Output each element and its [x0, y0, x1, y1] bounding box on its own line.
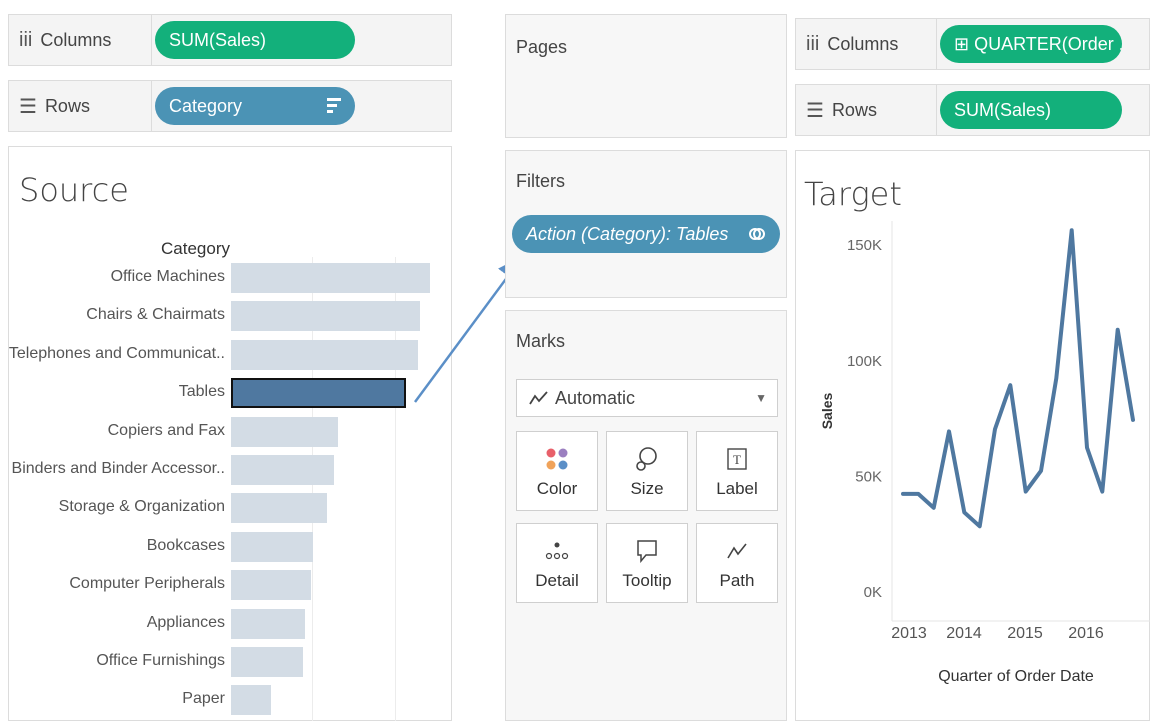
source-rows-shelf[interactable]: ☰ Rows Category	[8, 80, 452, 132]
path-button[interactable]: Path	[696, 523, 778, 603]
action-filter-pill[interactable]: Action (Category): Tables	[512, 215, 780, 253]
marks-title: Marks	[516, 331, 565, 351]
label-button[interactable]: T Label	[696, 431, 778, 511]
columns-icon: iii	[19, 28, 33, 51]
bars-area	[231, 147, 446, 721]
columns-shelf-label: iii Columns	[806, 32, 899, 55]
category-label[interactable]: Tables	[179, 383, 225, 401]
size-button[interactable]: Size	[606, 431, 688, 511]
x-tick-label: 2014	[946, 625, 982, 642]
bar[interactable]	[231, 531, 313, 562]
filters-title: Filters	[516, 171, 565, 191]
bar[interactable]	[231, 647, 303, 677]
columns-icon: iii	[806, 32, 820, 55]
columns-shelf-label: iii Columns	[19, 28, 112, 51]
color-button[interactable]: Color	[516, 431, 598, 511]
pages-title: Pages	[516, 37, 568, 57]
source-columns-shelf[interactable]: iii Columns SUM(Sales)	[8, 14, 452, 66]
dropdown-arrow-icon: ▼	[755, 391, 767, 405]
label-icon: T	[727, 443, 747, 475]
color-dots-icon	[545, 443, 569, 475]
pages-card[interactable]: Pages	[505, 14, 787, 138]
target-rows-shelf[interactable]: ☰ Rows SUM(Sales)	[795, 84, 1150, 136]
size-icon	[635, 443, 659, 475]
link-icon	[749, 228, 765, 240]
x-axis-title: Quarter of Order Date	[938, 668, 1094, 685]
category-label[interactable]: Office Machines	[111, 268, 225, 286]
y-tick-label: 0K	[864, 584, 882, 601]
tooltip-icon	[636, 535, 658, 567]
detail-button[interactable]: Detail	[516, 523, 598, 603]
category-label[interactable]: Copiers and Fax	[108, 422, 225, 440]
category-label[interactable]: Storage & Organization	[59, 498, 225, 516]
detail-icon	[545, 535, 569, 567]
bar[interactable]	[231, 455, 335, 485]
category-label[interactable]: Paper	[182, 690, 225, 708]
bar[interactable]	[231, 493, 327, 524]
x-tick-label: 2016	[1068, 625, 1104, 642]
bar[interactable]	[231, 339, 419, 370]
y-tick-label: 50K	[855, 468, 882, 485]
category-label[interactable]: Bookcases	[147, 537, 225, 555]
bar[interactable]	[231, 570, 311, 601]
target-columns-shelf[interactable]: iii Columns ⊞ QUARTER(Order ..	[795, 18, 1150, 70]
category-label[interactable]: Appliances	[147, 614, 225, 632]
filters-card[interactable]: Filters Action (Category): Tables	[505, 150, 787, 298]
y-tick-label: 150K	[847, 237, 882, 254]
category-label[interactable]: Telephones and Communicat..	[9, 345, 225, 363]
category-label[interactable]: Office Furnishings	[96, 652, 225, 670]
y-axis-title: Sales	[819, 392, 835, 429]
selected-bar[interactable]	[231, 378, 407, 409]
bar[interactable]	[231, 685, 271, 716]
x-tick-label: 2015	[1007, 625, 1043, 642]
y-tick-label: 100K	[847, 353, 882, 370]
bar[interactable]	[231, 301, 421, 332]
rows-shelf-label: ☰ Rows	[19, 95, 90, 118]
rows-icon: ☰	[806, 99, 824, 122]
category-pill[interactable]: Category	[155, 87, 355, 125]
target-sheet-view: Target 0K 50K 100K 150K 2013 2014 2015 2016 Quar…	[795, 150, 1150, 721]
bar[interactable]	[231, 416, 339, 447]
quarter-order-date-pill[interactable]: ⊞ QUARTER(Order ..	[940, 25, 1122, 63]
category-label[interactable]: Chairs & Chairmats	[86, 306, 225, 324]
sum-sales-pill[interactable]: SUM(Sales)	[155, 21, 355, 59]
bar[interactable]	[231, 608, 305, 639]
rows-shelf-label: ☰ Rows	[806, 99, 877, 122]
svg-text:T: T	[733, 452, 741, 467]
source-sheet-view: Source Category Office Machines Chairs & …	[8, 146, 452, 721]
x-tick-label: 2013	[891, 625, 927, 642]
category-label[interactable]: Computer Peripherals	[69, 575, 225, 593]
line-mark-icon	[529, 391, 548, 405]
bar[interactable]	[231, 263, 430, 293]
category-labels: Office Machines Chairs & Chairmats Telepho…	[9, 147, 225, 721]
sales-series-line	[901, 228, 1135, 529]
sum-sales-pill[interactable]: SUM(Sales)	[940, 91, 1122, 129]
sort-descending-icon[interactable]	[327, 96, 341, 116]
mark-type-dropdown[interactable]: Automatic ▼	[516, 379, 778, 417]
rows-icon: ☰	[19, 95, 37, 118]
category-label[interactable]: Binders and Binder Accessor..	[12, 460, 225, 478]
marks-card[interactable]: Marks Automatic ▼ Color Size T Label Det…	[505, 310, 787, 721]
sales-line-chart: 0K 50K 100K 150K 2013 2014 2015 2016 Quarter of …	[819, 221, 1150, 685]
path-icon	[726, 535, 748, 567]
tooltip-button[interactable]: Tooltip	[606, 523, 688, 603]
